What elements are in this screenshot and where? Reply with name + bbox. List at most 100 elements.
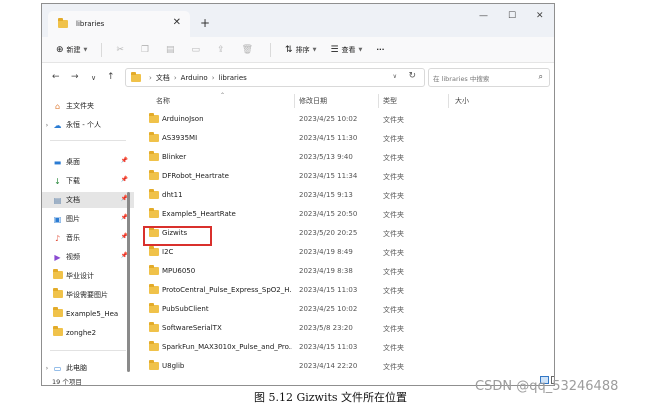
minimize-button[interactable]: —: [479, 11, 488, 21]
table-row[interactable]: ProtoCentral_Pulse_Express_SpO2_H... 2023…: [138, 281, 548, 300]
folder-icon: [149, 265, 159, 275]
sidebar-item-downloads[interactable]: ↓ 下载 📌: [42, 173, 134, 189]
divider: [101, 42, 103, 57]
refresh-button[interactable]: ↻: [408, 71, 416, 81]
recent-locations-button[interactable]: ∨: [91, 74, 96, 82]
folder-icon: [149, 151, 159, 161]
new-tab-button[interactable]: +: [200, 16, 210, 30]
item-count: 19 个项目: [52, 378, 82, 386]
sidebar-item-music[interactable]: ♪ 音乐 📌: [42, 230, 134, 246]
close-tab-icon[interactable]: ✕: [173, 17, 181, 28]
up-button[interactable]: ↑: [107, 72, 115, 82]
sidebar-item-home[interactable]: ⌂ 主文件夹: [42, 98, 134, 114]
file-date: 2023/4/15 20:50: [299, 210, 358, 218]
table-row[interactable]: Example5_HeartRate 2023/4/15 20:50 文件夹: [138, 205, 548, 224]
column-divider[interactable]: [448, 94, 449, 108]
file-type: 文件夹: [383, 249, 404, 257]
view-button[interactable]: ☰ 查看 ▼: [330, 45, 362, 55]
folder-icon: [149, 132, 159, 142]
sort-button[interactable]: ⇅ 排序 ▼: [285, 45, 316, 55]
folder-icon: [52, 269, 63, 279]
paste-button[interactable]: ▤: [166, 45, 178, 55]
chevron-right-icon[interactable]: ›: [42, 122, 52, 129]
folder-icon: [149, 303, 159, 313]
sidebar-item-label: Example5_Hea: [66, 310, 119, 318]
rename-button[interactable]: ▭: [192, 45, 204, 55]
chevron-right-icon[interactable]: ›: [42, 365, 52, 372]
column-divider[interactable]: [378, 94, 379, 108]
sort-label: 排序: [295, 45, 310, 54]
file-name: ArduinoJson: [162, 115, 204, 123]
view-list-icon: ☰: [330, 44, 339, 55]
sidebar-item-desktop[interactable]: ▬ 桌面 📌: [42, 154, 134, 170]
file-type: 文件夹: [383, 135, 404, 143]
desktop-icon: ▬: [53, 157, 62, 167]
copy-button[interactable]: ❐: [141, 45, 152, 55]
search-icon: ⌕: [538, 72, 543, 81]
file-date: 2023/5/20 20:25: [299, 229, 358, 237]
table-row[interactable]: ArduinoJson 2023/4/25 10:02 文件夹: [138, 110, 548, 129]
music-icon: ♪: [54, 233, 61, 243]
cut-button[interactable]: ✂: [116, 45, 127, 55]
delete-button[interactable]: 🗑: [242, 45, 256, 55]
file-name: AS3935MI: [162, 134, 198, 142]
address-bar[interactable]: › 文档 › Arduino › libraries ∨ ↻: [125, 68, 425, 87]
file-date: 2023/4/15 11:03: [299, 343, 358, 351]
sidebar-item-label: 此电脑: [66, 364, 87, 372]
more-button[interactable]: ···: [376, 46, 384, 54]
table-row[interactable]: U8glib 2023/4/14 22:20 文件夹: [138, 357, 548, 376]
file-name: SparkFun_MAX3010x_Pulse_and_Pro...: [162, 343, 292, 351]
tab-title: libraries: [76, 20, 105, 28]
table-row[interactable]: SparkFun_MAX3010x_Pulse_and_Pro... 2023/4…: [138, 338, 548, 357]
forward-button[interactable]: →: [71, 72, 79, 82]
close-window-button[interactable]: ✕: [536, 11, 544, 21]
sidebar-item-zonghe2[interactable]: zonghe2: [42, 325, 134, 341]
breadcrumb-documents[interactable]: 文档: [156, 73, 170, 83]
column-header-type[interactable]: 类型: [383, 96, 397, 106]
sidebar-item-project-images[interactable]: 毕设需要图片: [42, 287, 134, 303]
back-button[interactable]: ←: [52, 72, 60, 82]
file-name: PubSubClient: [162, 305, 209, 313]
column-header-name[interactable]: 名称: [156, 96, 170, 106]
sidebar-item-this-pc[interactable]: › ▭ 此电脑: [42, 360, 134, 376]
sidebar-item-onedrive[interactable]: › ☁ 永恒 - 个人: [42, 117, 134, 133]
sidebar-item-videos[interactable]: ▶ 视频 📌: [42, 249, 134, 265]
tab-libraries[interactable]: libraries ✕: [48, 11, 190, 37]
table-row[interactable]: AS3935MI 2023/4/15 11:30 文件夹: [138, 129, 548, 148]
sidebar-item-label: 永恒 - 个人: [66, 121, 101, 129]
pictures-icon: ▣: [53, 214, 62, 224]
search-input[interactable]: 在 libraries 中搜索 ⌕: [428, 68, 550, 87]
column-header-date[interactable]: 修改日期: [299, 96, 327, 106]
sidebar-item-documents[interactable]: ▤ 文档 📌: [42, 192, 134, 208]
file-name: I2C: [162, 248, 174, 256]
maximize-button[interactable]: ☐: [508, 11, 516, 21]
table-row[interactable]: SoftwareSerialTX 2023/5/8 23:20 文件夹: [138, 319, 548, 338]
share-button[interactable]: ⇪: [217, 45, 228, 55]
title-bar: libraries ✕ + — ☐ ✕: [42, 4, 554, 37]
sidebar-item-label: 主文件夹: [66, 102, 94, 110]
file-type: 文件夹: [383, 211, 404, 219]
table-row[interactable]: PubSubClient 2023/4/25 10:02 文件夹: [138, 300, 548, 319]
file-type: 文件夹: [383, 192, 404, 200]
folder-icon: [149, 341, 159, 351]
scissors-icon: ✂: [116, 44, 124, 55]
table-row[interactable]: MPU6050 2023/4/19 8:38 文件夹: [138, 262, 548, 281]
column-header-size[interactable]: 大小: [455, 96, 469, 106]
breadcrumb-separator: ›: [211, 73, 215, 82]
breadcrumb-libraries[interactable]: libraries: [219, 74, 247, 82]
sidebar-item-graduation-project[interactable]: 毕业设计: [42, 268, 134, 284]
sidebar-scrollbar[interactable]: [127, 192, 130, 372]
sidebar-item-pictures[interactable]: ▣ 图片 📌: [42, 211, 134, 227]
table-row[interactable]: DFRobot_Heartrate 2023/4/15 11:34 文件夹: [138, 167, 548, 186]
table-row[interactable]: dht11 2023/4/15 9:13 文件夹: [138, 186, 548, 205]
new-button[interactable]: ⊕ 新建 ▼: [56, 45, 87, 55]
gizwits-highlight-box: [143, 226, 212, 246]
sidebar-item-example5[interactable]: Example5_Hea: [42, 306, 134, 322]
chevron-down-icon: ▼: [83, 46, 88, 53]
column-divider[interactable]: [294, 94, 295, 108]
address-dropdown-icon[interactable]: ∨: [393, 73, 397, 80]
navigation-row: ← → ∨ ↑ › 文档 › Arduino › libraries ∨ ↻ 在…: [42, 64, 554, 92]
table-row[interactable]: Blinker 2023/5/13 9:40 文件夹: [138, 148, 548, 167]
breadcrumb-separator: ›: [149, 73, 152, 82]
breadcrumb-arduino[interactable]: Arduino: [181, 74, 208, 82]
